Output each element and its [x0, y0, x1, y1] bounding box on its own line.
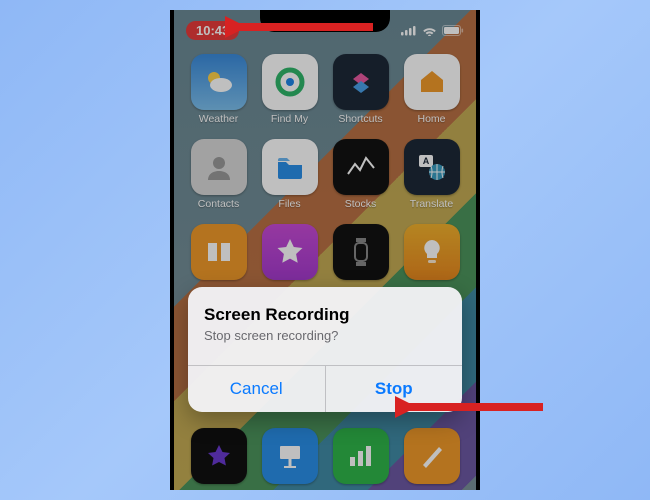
annotation-arrow-bottom [395, 394, 545, 420]
alert-message: Stop screen recording? [204, 328, 446, 343]
alert-title: Screen Recording [204, 305, 446, 325]
cancel-button[interactable]: Cancel [188, 366, 325, 412]
tutorial-canvas: 10:43 Weather [0, 0, 650, 500]
annotation-arrow-top [225, 14, 375, 40]
